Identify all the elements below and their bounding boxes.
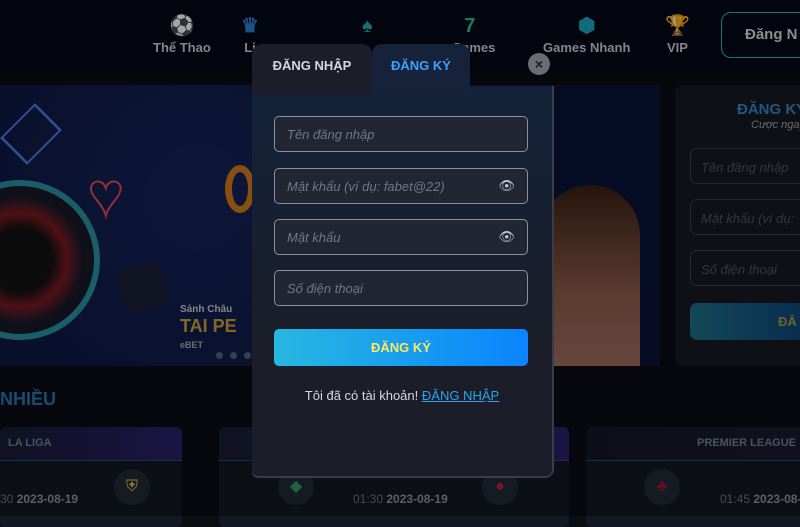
tab-register[interactable]: ĐĂNG KÝ [372,44,470,94]
tab-login[interactable]: ĐĂNG NHẬP [252,44,372,94]
have-account-text: Tôi đã có tài khoản! [304,388,419,403]
password-input[interactable]: Mật khẩu (ví dụ: fabet@22) 👁 [274,168,528,204]
phone-input[interactable]: Số điện thoại [274,270,528,306]
password-placeholder: Mật khẩu (ví dụ: fabet@22) [287,178,445,194]
register-submit-button[interactable]: ĐĂNG KÝ [274,329,528,366]
username-input[interactable]: Tên đăng nhập [274,116,528,152]
have-account-line: Tôi đã có tài khoản! ĐĂNG NHẬP [252,388,552,403]
confirm-password-placeholder: Mật khẩu [287,229,341,245]
username-placeholder: Tên đăng nhập [287,126,375,142]
eye-icon[interactable]: 👁 [498,229,515,245]
close-icon[interactable]: × [528,53,550,75]
eye-icon[interactable]: 👁 [498,178,515,194]
modal-tabs: ĐĂNG NHẬP ĐĂNG KÝ [252,44,552,94]
phone-placeholder: Số điện thoại [287,280,363,296]
login-link[interactable]: ĐĂNG NHẬP [422,388,499,403]
confirm-password-input[interactable]: Mật khẩu 👁 [274,219,528,255]
